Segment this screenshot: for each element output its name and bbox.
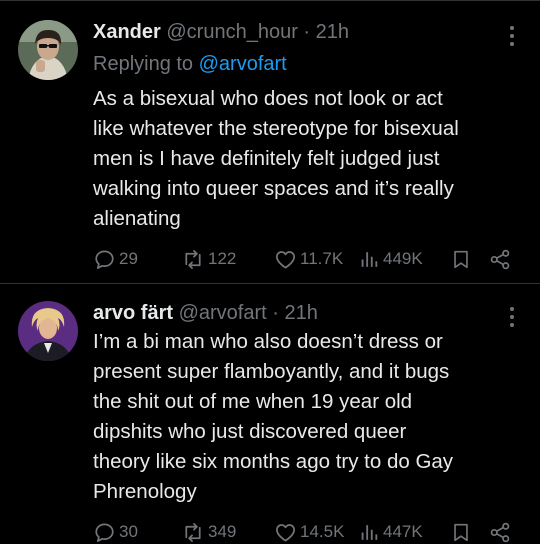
separator-dot: · (303, 21, 311, 43)
action-bar: 29 122 11.7K 449K (93, 247, 514, 271)
like-icon (276, 250, 295, 269)
more-icon[interactable] (510, 26, 516, 46)
display-name[interactable]: arvo färt (93, 302, 173, 324)
retweet-count: 349 (208, 522, 237, 541)
tweet-text: As a bisexual who does not look or act l… (93, 87, 459, 230)
retweet-icon (185, 522, 201, 542)
share-button[interactable] (488, 520, 512, 544)
display-name[interactable]: Xander (93, 21, 161, 43)
timestamp[interactable]: 21h (316, 21, 349, 43)
bookmark-button[interactable] (450, 247, 472, 271)
tweet-arvo[interactable]: arvo färt @arvofart · 21h I’m a bi man w… (0, 285, 540, 543)
retweet-count: 122 (208, 249, 237, 268)
bookmark-icon (454, 250, 468, 268)
like-count: 14.5K (300, 522, 345, 541)
action-bar: 30 349 14.5K 447K (93, 520, 514, 544)
reply-count: 29 (119, 249, 138, 268)
avatar[interactable] (18, 301, 78, 361)
views-button[interactable]: 449K (358, 247, 423, 271)
tweet-xander[interactable]: Xander @crunch_hour · 21h Replying to @a… (0, 0, 540, 284)
tweet-header: arvo färt @arvofart · 21h (93, 300, 500, 326)
reply-button[interactable]: 30 (93, 520, 138, 544)
like-button[interactable]: 11.7K (274, 247, 343, 271)
tweet-text: I’m a bi man who also doesn’t dress or p… (93, 330, 454, 503)
replying-to-mention[interactable]: @arvofart (199, 53, 287, 75)
share-icon (490, 249, 510, 269)
bookmark-button[interactable] (450, 520, 472, 544)
retweet-icon (185, 249, 201, 269)
views-count: 449K (383, 249, 423, 268)
tweet-header: Xander @crunch_hour · 21h (93, 19, 500, 45)
share-icon (490, 522, 510, 542)
reply-button[interactable]: 29 (93, 247, 138, 271)
views-count: 447K (383, 522, 423, 541)
views-button[interactable]: 447K (358, 520, 423, 544)
handle[interactable]: @crunch_hour (166, 21, 297, 43)
like-count: 11.7K (300, 249, 344, 268)
views-icon (361, 524, 378, 540)
retweet-button[interactable]: 349 (181, 520, 236, 544)
separator-dot: · (272, 302, 279, 324)
reply-count: 30 (119, 522, 138, 541)
share-button[interactable] (488, 247, 512, 271)
avatar[interactable] (18, 20, 78, 80)
views-icon (361, 251, 378, 267)
like-button[interactable]: 14.5K (274, 520, 344, 544)
retweet-button[interactable]: 122 (181, 247, 236, 271)
more-icon[interactable] (510, 307, 516, 327)
timestamp[interactable]: 21h (285, 302, 318, 324)
like-icon (276, 523, 295, 542)
bookmark-icon (454, 523, 468, 541)
reply-icon (95, 522, 114, 542)
replying-to: Replying to @arvofart (93, 51, 287, 77)
replying-to-label: Replying to (93, 53, 199, 75)
handle[interactable]: @arvofart (179, 302, 267, 324)
reply-icon (95, 249, 114, 269)
